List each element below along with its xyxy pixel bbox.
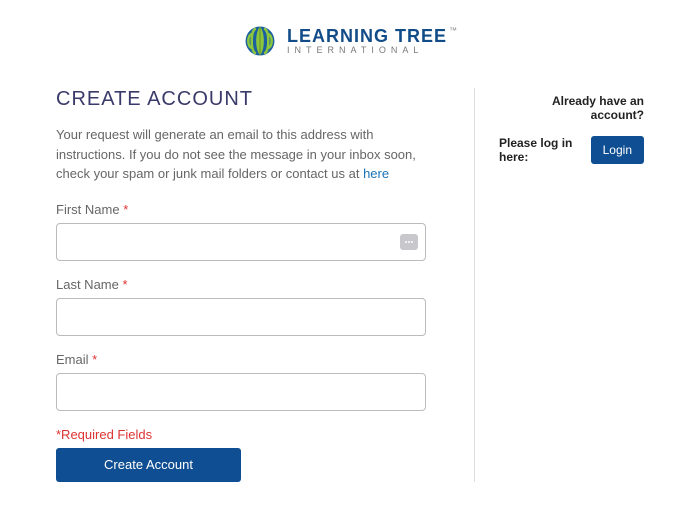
last-name-input[interactable]	[56, 298, 426, 336]
last-name-label: Last Name *	[56, 277, 446, 292]
trademark-symbol: ™	[449, 26, 457, 35]
create-account-button[interactable]: Create Account	[56, 448, 241, 482]
brand-title: LEARNING TREE	[287, 26, 447, 46]
autofill-icon[interactable]	[400, 234, 418, 250]
first-name-input[interactable]	[56, 223, 426, 261]
tree-globe-icon	[243, 24, 277, 58]
login-button[interactable]: Login	[591, 136, 644, 164]
contact-link[interactable]: here	[363, 166, 389, 181]
required-fields-note: *Required Fields	[56, 427, 446, 442]
email-label: Email *	[56, 352, 446, 367]
instructions-text: Your request will generate an email to t…	[56, 125, 426, 184]
brand-logo: LEARNING TREE™ INTERNATIONAL	[56, 24, 644, 58]
required-marker: *	[123, 202, 128, 217]
required-marker: *	[123, 277, 128, 292]
email-input[interactable]	[56, 373, 426, 411]
first-name-label: First Name *	[56, 202, 446, 217]
page-title: CREATE ACCOUNT	[56, 88, 446, 111]
already-account-heading: Already have an account?	[499, 94, 644, 122]
instructions-body: Your request will generate an email to t…	[56, 127, 416, 181]
required-marker: *	[92, 352, 97, 367]
login-here-label: Please log in here:	[499, 136, 581, 164]
brand-subtitle: INTERNATIONAL	[287, 46, 457, 55]
